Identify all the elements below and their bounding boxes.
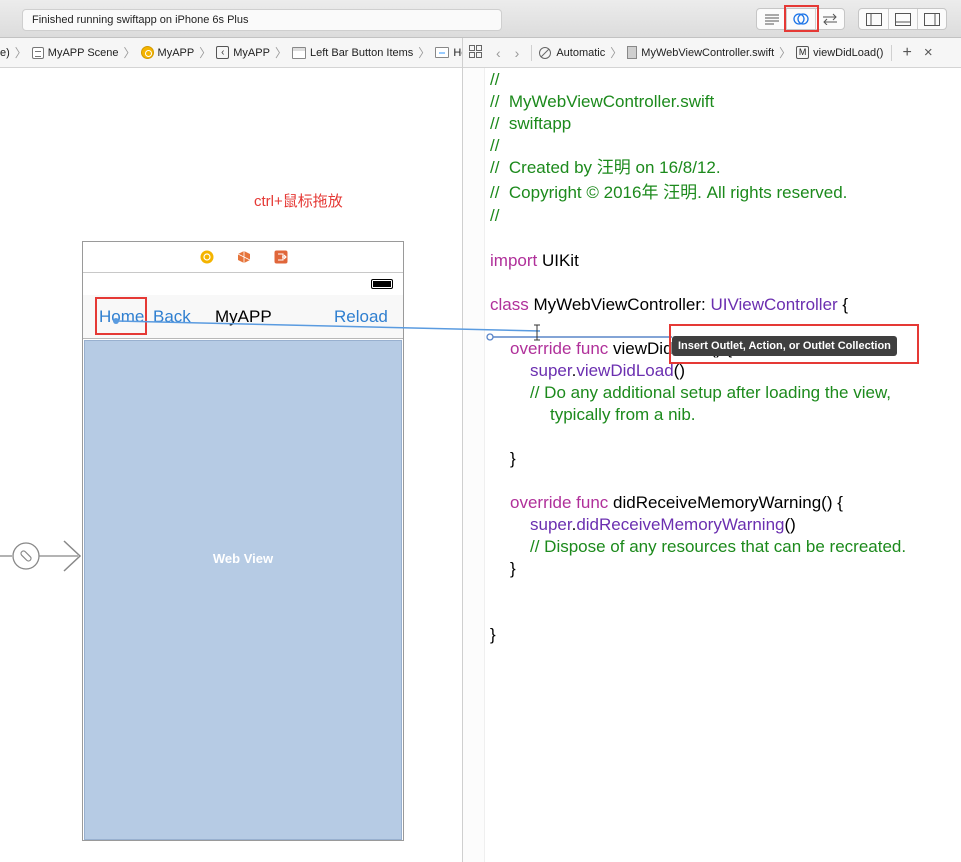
navigation-bar: Home Back MyAPP Reload xyxy=(83,295,403,339)
storyboard-jump-bar: e) 〉 MyAPP Scene 〉 MyAPP 〉 ‹ MyAPP 〉 Lef… xyxy=(0,38,462,68)
jump-crumb-myapp-scene[interactable]: MyAPP Scene xyxy=(31,46,119,59)
exit-icon[interactable] xyxy=(274,250,288,264)
chevron-right-icon: 〉 xyxy=(418,46,431,60)
code-line: // xyxy=(490,206,500,225)
status-bar xyxy=(83,273,403,295)
utilities-toggle-icon xyxy=(924,12,940,26)
debug-area-toggle-button[interactable] xyxy=(888,9,917,29)
grid-icon xyxy=(469,44,482,58)
keyword-token: class xyxy=(490,295,529,314)
assistant-editor-button[interactable] xyxy=(786,9,815,29)
separator xyxy=(531,44,533,61)
chevron-right-icon: 〉 xyxy=(274,46,287,60)
close-editor-button[interactable]: × xyxy=(924,44,933,61)
code-gutter xyxy=(463,68,485,862)
jump-crumb-home[interactable]: Home xyxy=(435,47,462,59)
code-line-super-memory: super.didReceiveMemoryWarning() xyxy=(530,515,796,534)
window-toolbar: Finished running swiftapp on iPhone 6s P… xyxy=(0,0,961,38)
view-controller-icon[interactable] xyxy=(200,250,214,264)
activity-status: Finished running swiftapp on iPhone 6s P… xyxy=(22,9,502,31)
code-line: // xyxy=(490,70,500,89)
standard-editor-button[interactable] xyxy=(757,9,786,29)
bar-button-item-icon xyxy=(435,47,450,58)
keyword-token: import xyxy=(490,251,538,270)
jump-crumb-method[interactable]: M viewDidLoad() xyxy=(796,46,883,59)
related-items-button[interactable] xyxy=(469,44,482,61)
code-line: // Do any additional setup after loading… xyxy=(530,383,892,402)
chevron-right-icon: 〉 xyxy=(199,46,212,60)
first-responder-icon[interactable] xyxy=(237,250,251,264)
type-token: super xyxy=(530,361,572,380)
version-editor-button[interactable] xyxy=(815,9,844,29)
chevron-right-icon: 〉 xyxy=(14,46,27,60)
insert-connection-tooltip: Insert Outlet, Action, or Outlet Collect… xyxy=(672,336,897,356)
utilities-toggle-button[interactable] xyxy=(917,9,946,29)
standard-editor-icon xyxy=(764,14,779,25)
debug-area-toggle-icon xyxy=(895,12,911,26)
code-line: // Dispose of any resources that can be … xyxy=(530,537,907,556)
navigator-toggle-icon xyxy=(865,12,882,26)
back-bar-button[interactable]: Back xyxy=(153,307,191,327)
drag-annotation: ctrl+鼠标拖放 xyxy=(254,193,343,210)
version-editor-icon xyxy=(823,13,837,25)
back-arrow-button[interactable]: ‹ xyxy=(496,45,501,61)
code-line: } xyxy=(510,559,516,578)
bar-items-icon xyxy=(291,46,306,59)
code-line: // Copyright © 2016年 汪明. All rights rese… xyxy=(490,183,848,202)
web-view-label: Web View xyxy=(212,551,274,566)
reload-bar-button[interactable]: Reload xyxy=(334,307,388,327)
code-line-memory-warning: override func didReceiveMemoryWarning() … xyxy=(510,493,843,512)
navigation-item-icon: ‹ xyxy=(216,46,230,59)
chevron-right-icon: 〉 xyxy=(779,46,792,60)
web-view[interactable]: Web View xyxy=(84,340,402,840)
navigation-title: MyAPP xyxy=(215,307,272,326)
code-line-import: import UIKit xyxy=(490,251,579,270)
code-line: // swiftapp xyxy=(490,114,572,133)
automatic-link-icon xyxy=(539,46,552,59)
forward-arrow-button[interactable]: › xyxy=(515,45,520,61)
chevron-right-icon: › xyxy=(514,44,520,61)
code-line: } xyxy=(510,449,516,468)
myapp-scene[interactable]: Home Back MyAPP Reload Web View xyxy=(82,241,404,841)
jump-crumb-view-controller[interactable]: MyAPP xyxy=(140,46,194,59)
chevron-left-icon: ‹ xyxy=(496,44,501,61)
assistant-editor-icon xyxy=(793,13,809,25)
jump-crumb-navigation-item[interactable]: ‹ MyAPP xyxy=(216,46,270,59)
code-line: // Created by 汪明 on 16/8/12. xyxy=(490,158,721,177)
code-line: // MyWebViewController.swift xyxy=(490,92,715,111)
chevron-right-icon: 〉 xyxy=(610,46,623,60)
view-toggle-segmented-control xyxy=(858,8,947,30)
jump-crumb-left-bar-button-items[interactable]: Left Bar Button Items xyxy=(291,46,413,59)
jump-crumb-automatic[interactable]: Automatic xyxy=(538,46,605,60)
scene-icon xyxy=(31,46,44,59)
keyword-token: override func xyxy=(510,493,609,512)
battery-icon xyxy=(371,279,393,289)
navigator-toggle-button[interactable] xyxy=(859,9,888,29)
scene-dock xyxy=(83,242,403,273)
code-line: } xyxy=(490,625,496,644)
type-token: didReceiveMemoryWarning xyxy=(576,515,785,534)
code-line: typically from a nib. xyxy=(550,405,696,424)
type-token: viewDidLoad xyxy=(576,361,674,380)
code-line-class: class MyWebViewController: UIViewControl… xyxy=(490,295,849,314)
keyword-token: override func xyxy=(510,339,609,358)
jump-crumb-file[interactable]: MyWebViewController.swift xyxy=(627,46,774,59)
separator xyxy=(891,44,893,61)
initial-view-controller-arrow xyxy=(0,540,82,572)
add-editor-button[interactable]: + xyxy=(902,44,911,62)
assistant-jump-bar: ‹ › Automatic 〉 MyWebViewController.swif… xyxy=(463,38,961,68)
home-bar-button[interactable]: Home xyxy=(99,307,144,327)
code-line: // xyxy=(490,136,500,155)
method-icon: M xyxy=(796,46,810,59)
view-controller-icon xyxy=(140,46,154,59)
editor-mode-segmented-control xyxy=(756,8,845,30)
jump-crumb-scene-group[interactable]: e) xyxy=(0,47,10,59)
swift-file-icon xyxy=(627,46,638,59)
code-line-super: super.viewDidLoad() xyxy=(530,361,685,380)
type-token: UIViewController xyxy=(710,295,838,314)
type-token: super xyxy=(530,515,572,534)
chevron-right-icon: 〉 xyxy=(123,46,136,60)
